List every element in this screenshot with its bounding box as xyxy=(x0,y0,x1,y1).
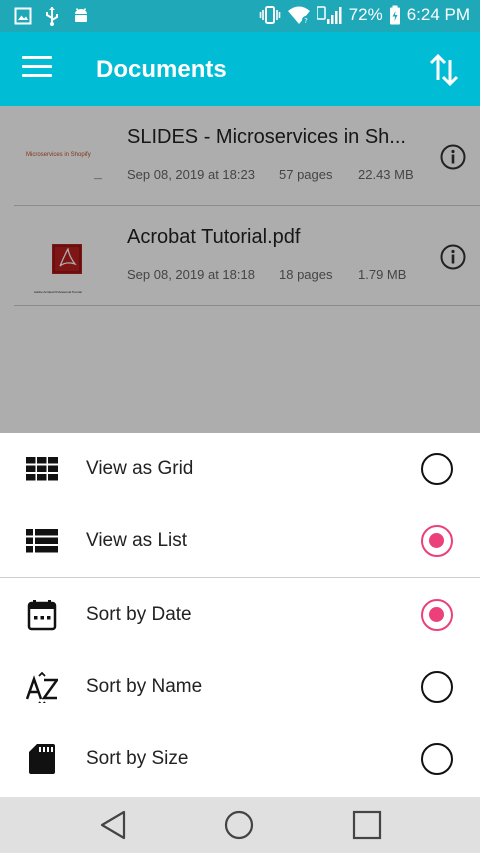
radio-sort-date[interactable] xyxy=(421,599,453,631)
menu-button[interactable] xyxy=(22,56,52,82)
battery-icon xyxy=(389,5,400,25)
home-button[interactable] xyxy=(223,809,255,841)
option-view-grid[interactable]: View as Grid xyxy=(0,433,480,505)
status-bar: ? 72% 6:24 PM xyxy=(0,0,480,32)
option-view-list[interactable]: View as List xyxy=(0,505,480,577)
radio-sort-name[interactable] xyxy=(421,671,453,703)
usb-icon xyxy=(46,7,58,26)
status-system: ? 72% 6:24 PM xyxy=(259,5,470,25)
clock: 6:24 PM xyxy=(406,5,470,24)
svg-text:?: ? xyxy=(304,17,308,25)
vibrate-icon xyxy=(259,6,280,24)
radio-view-grid[interactable] xyxy=(421,453,453,485)
option-label: Sort by Name xyxy=(86,676,203,697)
signal-icon xyxy=(316,6,342,24)
page-title: Documents xyxy=(96,56,227,83)
options-bottom-sheet: View as Grid View as List Sort by Date S… xyxy=(0,433,480,797)
image-icon xyxy=(14,7,32,25)
home-icon xyxy=(224,810,254,840)
radio-view-list[interactable] xyxy=(421,525,453,557)
option-sort-date[interactable]: Sort by Date xyxy=(0,579,480,651)
option-sort-size[interactable]: Sort by Size xyxy=(0,723,480,795)
back-button[interactable] xyxy=(98,809,130,841)
calendar-icon xyxy=(27,600,57,631)
az-sort-icon xyxy=(26,671,58,703)
option-label: Sort by Date xyxy=(86,604,192,625)
option-label: View as Grid xyxy=(86,458,194,479)
grid-icon xyxy=(26,457,58,481)
app-bar: Documents xyxy=(0,32,480,106)
recents-button[interactable] xyxy=(351,809,383,841)
option-label: Sort by Size xyxy=(86,748,189,769)
battery-percent: 72% xyxy=(348,5,383,24)
recents-icon xyxy=(352,810,382,840)
status-notifications xyxy=(14,6,90,26)
wifi-icon: ? xyxy=(287,6,310,25)
back-icon xyxy=(100,810,126,840)
radio-sort-size[interactable] xyxy=(421,743,453,775)
divider xyxy=(0,577,480,578)
sort-arrows-icon xyxy=(429,53,459,87)
list-icon xyxy=(26,529,58,553)
sd-card-icon xyxy=(29,744,55,774)
menu-icon xyxy=(22,56,52,59)
navigation-bar xyxy=(0,797,480,853)
sort-button[interactable] xyxy=(426,50,462,90)
option-sort-name[interactable]: Sort by Name xyxy=(0,651,480,723)
android-icon xyxy=(75,8,87,22)
modal-scrim[interactable] xyxy=(0,106,480,433)
option-label: View as List xyxy=(86,530,188,551)
